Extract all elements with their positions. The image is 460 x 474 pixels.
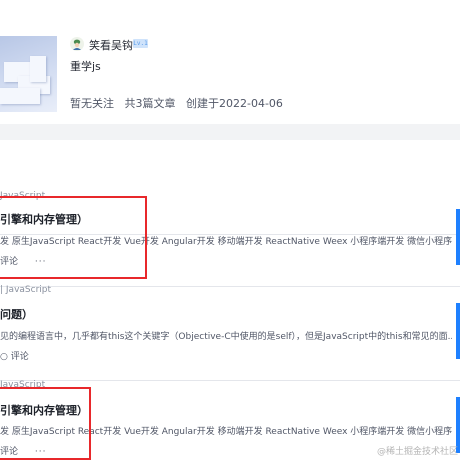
column-header: 笑看吴钩 Lv.1 重学js 暂无关注 共3篇文章 创建于2022-04-06 [0,0,460,124]
comment-button[interactable]: 评论 [11,352,29,362]
side-action-tab[interactable] [456,303,460,359]
column-stats: 暂无关注 共3篇文章 创建于2022-04-06 [70,95,290,111]
article-tag[interactable]: | JavaScript [0,285,51,295]
article-actions: ○ 评论 [0,349,29,362]
highlight-box [0,387,91,460]
author-name[interactable]: 笑看吴钩 [89,37,133,53]
created-date: 创建于2022-04-06 [186,97,283,110]
column-title: 重学js [70,60,101,73]
article-abstract[interactable]: 见的编程语言中，几乎都有this这个关键字（Objective-C中使用的是se… [0,329,452,342]
comment-icon: ○ [0,352,11,362]
author-level-badge: Lv.1 [133,39,148,48]
highlight-box [0,196,147,279]
article-item[interactable]: | JavaScript 问题） 见的编程语言中，几乎都有this这个关键字（O… [0,285,460,381]
article-title[interactable]: 问题） [0,306,33,322]
author-avatar[interactable] [70,37,84,51]
section-divider [0,124,460,140]
column-cover-image[interactable] [0,36,57,112]
follow-status: 暂无关注 [70,97,114,110]
side-action-tab[interactable] [456,209,460,265]
article-count: 共3篇文章 [124,97,176,110]
watermark: @稀土掘金技术社区 [376,447,458,457]
